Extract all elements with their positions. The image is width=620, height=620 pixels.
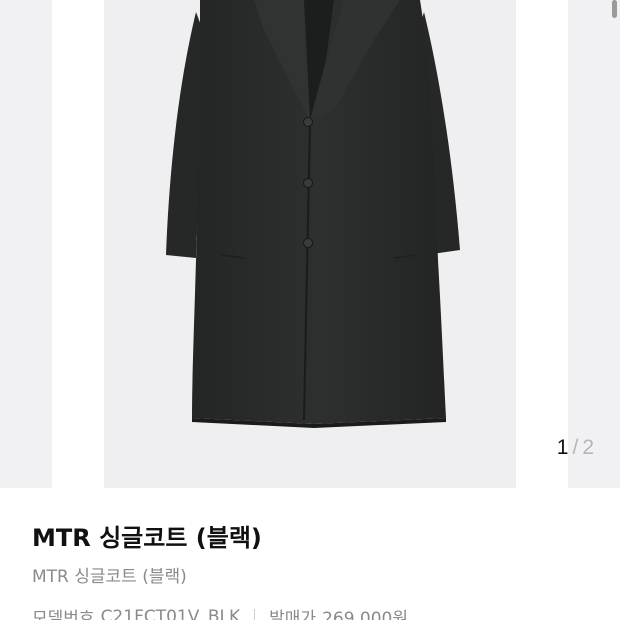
- product-info: MTR 싱글코트 (블랙) MTR 싱글코트 (블랙): [32, 520, 602, 590]
- product-image[interactable]: [104, 0, 516, 488]
- meta-divider: [254, 608, 256, 620]
- image-pager: 1/2: [557, 436, 594, 460]
- product-meta: 모델번호 C21FCT01V_BLK 발매가 269,000원: [32, 604, 408, 620]
- coat-illustration: [166, 0, 460, 428]
- product-image-gallery[interactable]: 1/2: [0, 0, 620, 488]
- pager-total: 2: [582, 436, 594, 459]
- next-slide-preview[interactable]: [568, 0, 620, 488]
- price-label: 발매가: [269, 609, 317, 620]
- scrollbar[interactable]: [612, 0, 617, 18]
- product-page: 1/2 MTR 싱글코트 (블랙) MTR 싱글코트 (블랙) 모델번호 C21…: [0, 0, 620, 620]
- model-number-label: 모델번호: [32, 609, 95, 620]
- pager-separator: /: [572, 436, 579, 459]
- product-title: MTR 싱글코트 (블랙): [32, 524, 262, 552]
- previous-slide-preview[interactable]: [0, 0, 52, 488]
- model-number: C21FCT01V_BLK: [100, 606, 241, 620]
- release-price: 269,000원: [322, 609, 409, 620]
- pager-current: 1: [556, 436, 569, 459]
- product-subtitle: MTR 싱글코트 (블랙): [32, 567, 187, 587]
